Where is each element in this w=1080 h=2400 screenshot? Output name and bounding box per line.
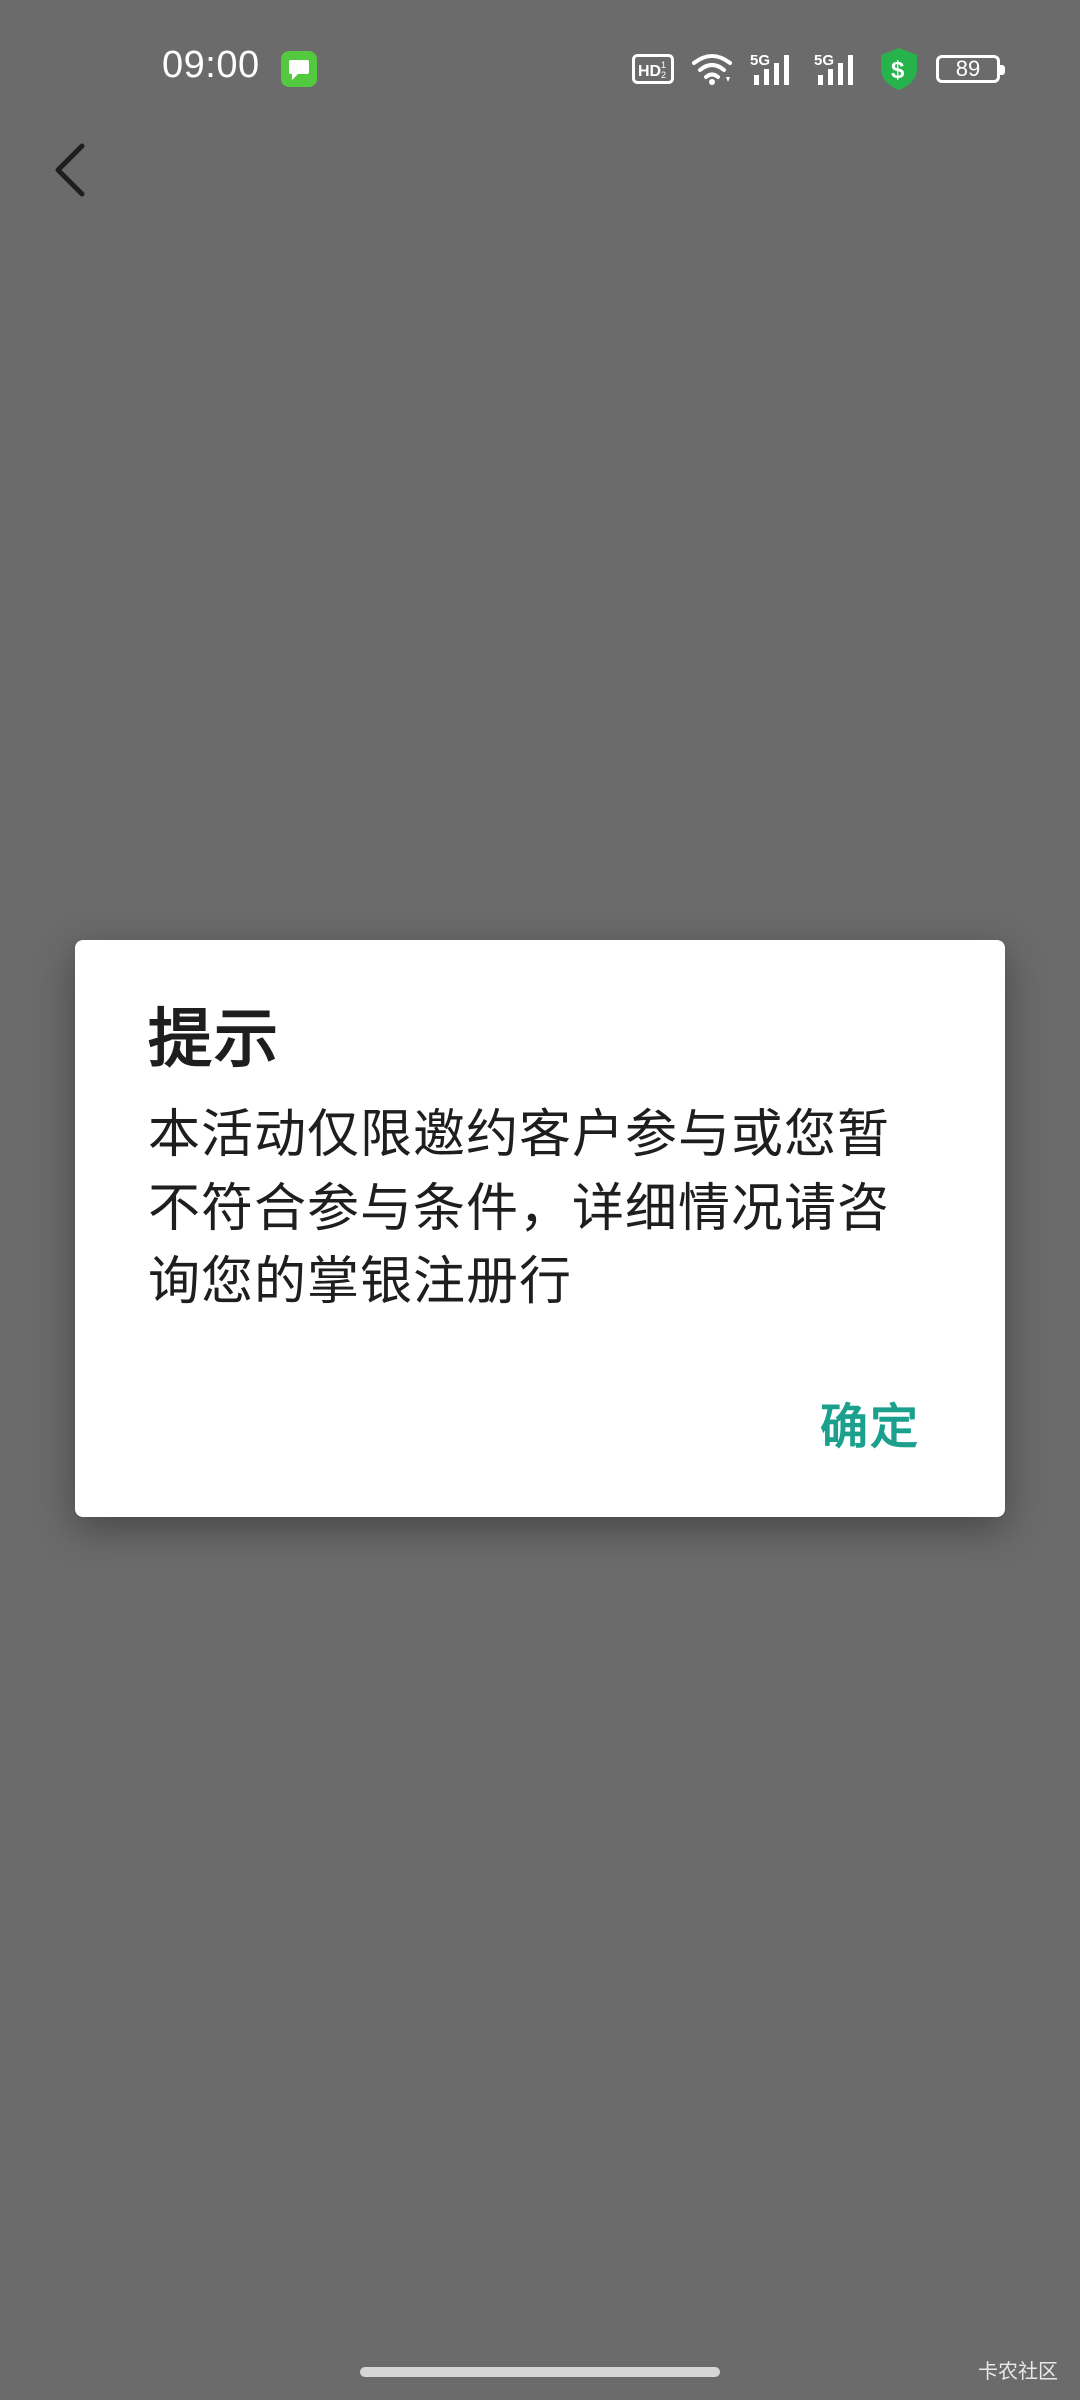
5g-signal-icon: 5G xyxy=(750,52,789,85)
hd-icon: HD 1 2 xyxy=(632,54,674,84)
home-indicator[interactable] xyxy=(360,2367,720,2377)
svg-text:1: 1 xyxy=(661,60,666,70)
5g-signal-icon: 5G xyxy=(814,52,853,85)
watermark: 卡农社区 xyxy=(978,2359,1058,2383)
svg-text:5G: 5G xyxy=(750,52,770,69)
dialog-title: 提示 xyxy=(148,1003,280,1077)
chevron-left-icon xyxy=(55,143,85,197)
back-button[interactable] xyxy=(40,130,100,210)
wifi-icon xyxy=(692,54,732,85)
security-shield-icon: $ xyxy=(881,48,917,90)
confirm-button[interactable]: 确定 xyxy=(820,1387,920,1457)
message-app-icon xyxy=(281,51,317,87)
battery-icon: 89 xyxy=(936,55,1005,83)
dialog-message: 本活动仅限邀约客户参与或您暂不符合参与条件，详细情况请咨询您的掌银注册行 xyxy=(148,1104,891,1313)
alert-dialog: 提示 本活动仅限邀约客户参与或您暂不符合参与条件，详细情况请咨询您的掌银注册行 … xyxy=(75,940,1005,1517)
status-bar: 09:00 HD 1 2 5G 5G $ 89 xyxy=(0,0,1080,135)
svg-text:$: $ xyxy=(891,57,905,84)
svg-text:5G: 5G xyxy=(814,52,834,69)
status-time: 09:00 xyxy=(162,44,260,86)
status-icons: HD 1 2 5G 5G $ 89 xyxy=(632,45,1005,93)
svg-text:2: 2 xyxy=(661,70,666,80)
svg-text:HD: HD xyxy=(638,63,661,80)
battery-level: 89 xyxy=(955,56,981,81)
